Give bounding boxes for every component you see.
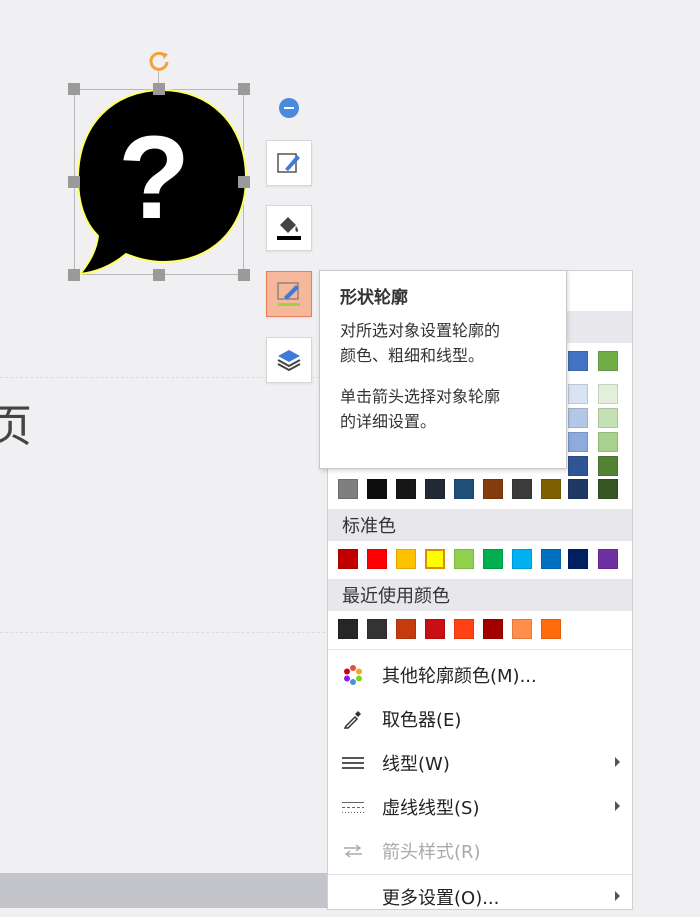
slide-partial-text: 页 (0, 401, 32, 452)
submenu-arrow-icon (615, 801, 620, 811)
standard-color-swatch[interactable] (512, 549, 532, 569)
resize-handle-w[interactable] (68, 176, 80, 188)
collapse-toolbar-button[interactable] (279, 98, 299, 118)
standard-color-swatch[interactable] (483, 549, 503, 569)
theme-shade-swatch[interactable] (483, 479, 503, 499)
theme-shade-swatch[interactable] (396, 479, 416, 499)
standard-colors-label: 标准色 (342, 516, 396, 537)
resize-handle-nw[interactable] (68, 83, 80, 95)
tooltip-title: 形状轮廓 (340, 288, 408, 308)
theme-tint-swatch[interactable] (568, 408, 588, 428)
dash-line-icon (342, 802, 364, 813)
standard-color-swatch[interactable] (568, 549, 588, 569)
rotate-icon (149, 51, 169, 71)
slide-guide-line (0, 632, 330, 633)
standard-color-swatch[interactable] (541, 549, 561, 569)
recent-color-swatch[interactable] (425, 619, 445, 639)
theme-color-swatch[interactable] (568, 351, 588, 371)
submenu-arrow-icon (615, 757, 620, 767)
recent-color-swatch[interactable] (454, 619, 474, 639)
tooltip-line: 对所选对象设置轮廓的 (340, 321, 501, 340)
more-settings-label: 更多设置(O)... (382, 888, 500, 909)
theme-shade-swatch[interactable] (425, 479, 445, 499)
line-weight-label: 线型(W) (382, 754, 450, 775)
color-wheel-icon (344, 665, 362, 685)
theme-tint-swatch[interactable] (598, 456, 618, 476)
dash-type-label: 虚线线型(S) (382, 798, 480, 819)
arrow-style-icon (344, 844, 362, 858)
rotate-handle[interactable] (146, 48, 172, 74)
theme-shade-swatch[interactable] (512, 479, 532, 499)
theme-tint-swatch[interactable] (598, 384, 618, 404)
theme-shade-swatch[interactable] (454, 479, 474, 499)
theme-shade-swatch[interactable] (367, 479, 387, 499)
tooltip-line: 单击箭头选择对象轮廓 (340, 387, 501, 406)
recent-colors-label: 最近使用颜色 (342, 586, 450, 607)
recent-color-swatch[interactable] (367, 619, 387, 639)
resize-handle-sw[interactable] (68, 269, 80, 281)
standard-colors-header: 标准色 (328, 509, 632, 541)
tooltip-line: 颜色、粗细和线型。 (340, 346, 485, 365)
resize-handle-se[interactable] (238, 269, 250, 281)
recent-color-swatch[interactable] (338, 619, 358, 639)
recent-color-swatch[interactable] (396, 619, 416, 639)
standard-color-swatch[interactable] (454, 549, 474, 569)
theme-tint-swatch[interactable] (568, 432, 588, 452)
standard-color-swatch-selected[interactable] (425, 549, 445, 569)
dash-type-item[interactable]: 虚线线型(S) (328, 787, 632, 827)
fill-button[interactable] (266, 205, 312, 251)
theme-tint-swatch[interactable] (598, 432, 618, 452)
theme-color-swatch[interactable] (598, 351, 618, 371)
theme-tint-swatch[interactable] (568, 456, 588, 476)
menu-divider (328, 649, 632, 650)
line-weight-item[interactable]: 线型(W) (328, 743, 632, 783)
eyedropper-icon (343, 711, 361, 729)
tooltip-hint: 单击箭头选择对象轮廓 的详细设置。 (340, 384, 550, 434)
tooltip-line: 的详细设置。 (340, 412, 437, 431)
recent-color-swatch[interactable] (512, 619, 532, 639)
layers-icon (277, 350, 301, 372)
line-weight-icon (342, 757, 364, 769)
more-settings-item[interactable]: 更多设置(O)... (328, 877, 632, 917)
standard-color-swatch[interactable] (396, 549, 416, 569)
recent-colors-header: 最近使用颜色 (328, 579, 632, 611)
paint-bucket-icon (277, 217, 301, 240)
submenu-arrow-icon (615, 891, 620, 901)
more-outline-colors-label: 其他轮廓颜色(M)... (382, 666, 537, 687)
standard-color-swatch[interactable] (367, 549, 387, 569)
resize-handle-e[interactable] (238, 176, 250, 188)
recent-color-swatch[interactable] (541, 619, 561, 639)
tooltip-description: 对所选对象设置轮廓的 颜色、粗细和线型。 (340, 318, 550, 368)
theme-tint-swatch[interactable] (568, 384, 588, 404)
eyedropper-item[interactable]: 取色器(E) (328, 699, 632, 739)
outline-button[interactable] (266, 271, 312, 317)
theme-shade-swatch[interactable] (338, 479, 358, 499)
theme-shade-swatch[interactable] (598, 479, 618, 499)
more-outline-colors-item[interactable]: 其他轮廓颜色(M)... (328, 655, 632, 695)
theme-tint-swatch[interactable] (598, 408, 618, 428)
question-mark-glyph: ? (118, 112, 190, 244)
standard-color-swatch[interactable] (598, 549, 618, 569)
pencil-square-icon (277, 153, 300, 173)
status-bar (0, 873, 330, 908)
arrow-style-item: 箭头样式(R) (328, 831, 632, 871)
minus-icon (284, 107, 294, 109)
layers-button[interactable] (266, 337, 312, 383)
theme-shade-swatch[interactable] (541, 479, 561, 499)
resize-handle-n[interactable] (153, 83, 165, 95)
recent-color-swatch[interactable] (483, 619, 503, 639)
edit-shape-button[interactable] (266, 140, 312, 186)
resize-handle-s[interactable] (153, 269, 165, 281)
pen-outline-icon (277, 282, 300, 306)
eyedropper-label: 取色器(E) (382, 710, 462, 731)
speech-bubble-question-shape[interactable]: ? (74, 86, 250, 278)
menu-divider (328, 874, 632, 875)
outline-tooltip: 形状轮廓 对所选对象设置轮廓的 颜色、粗细和线型。 单击箭头选择对象轮廓 的详细… (319, 270, 567, 469)
standard-color-swatch[interactable] (338, 549, 358, 569)
theme-shade-swatch[interactable] (568, 479, 588, 499)
resize-handle-ne[interactable] (238, 83, 250, 95)
arrow-style-label: 箭头样式(R) (382, 842, 481, 863)
